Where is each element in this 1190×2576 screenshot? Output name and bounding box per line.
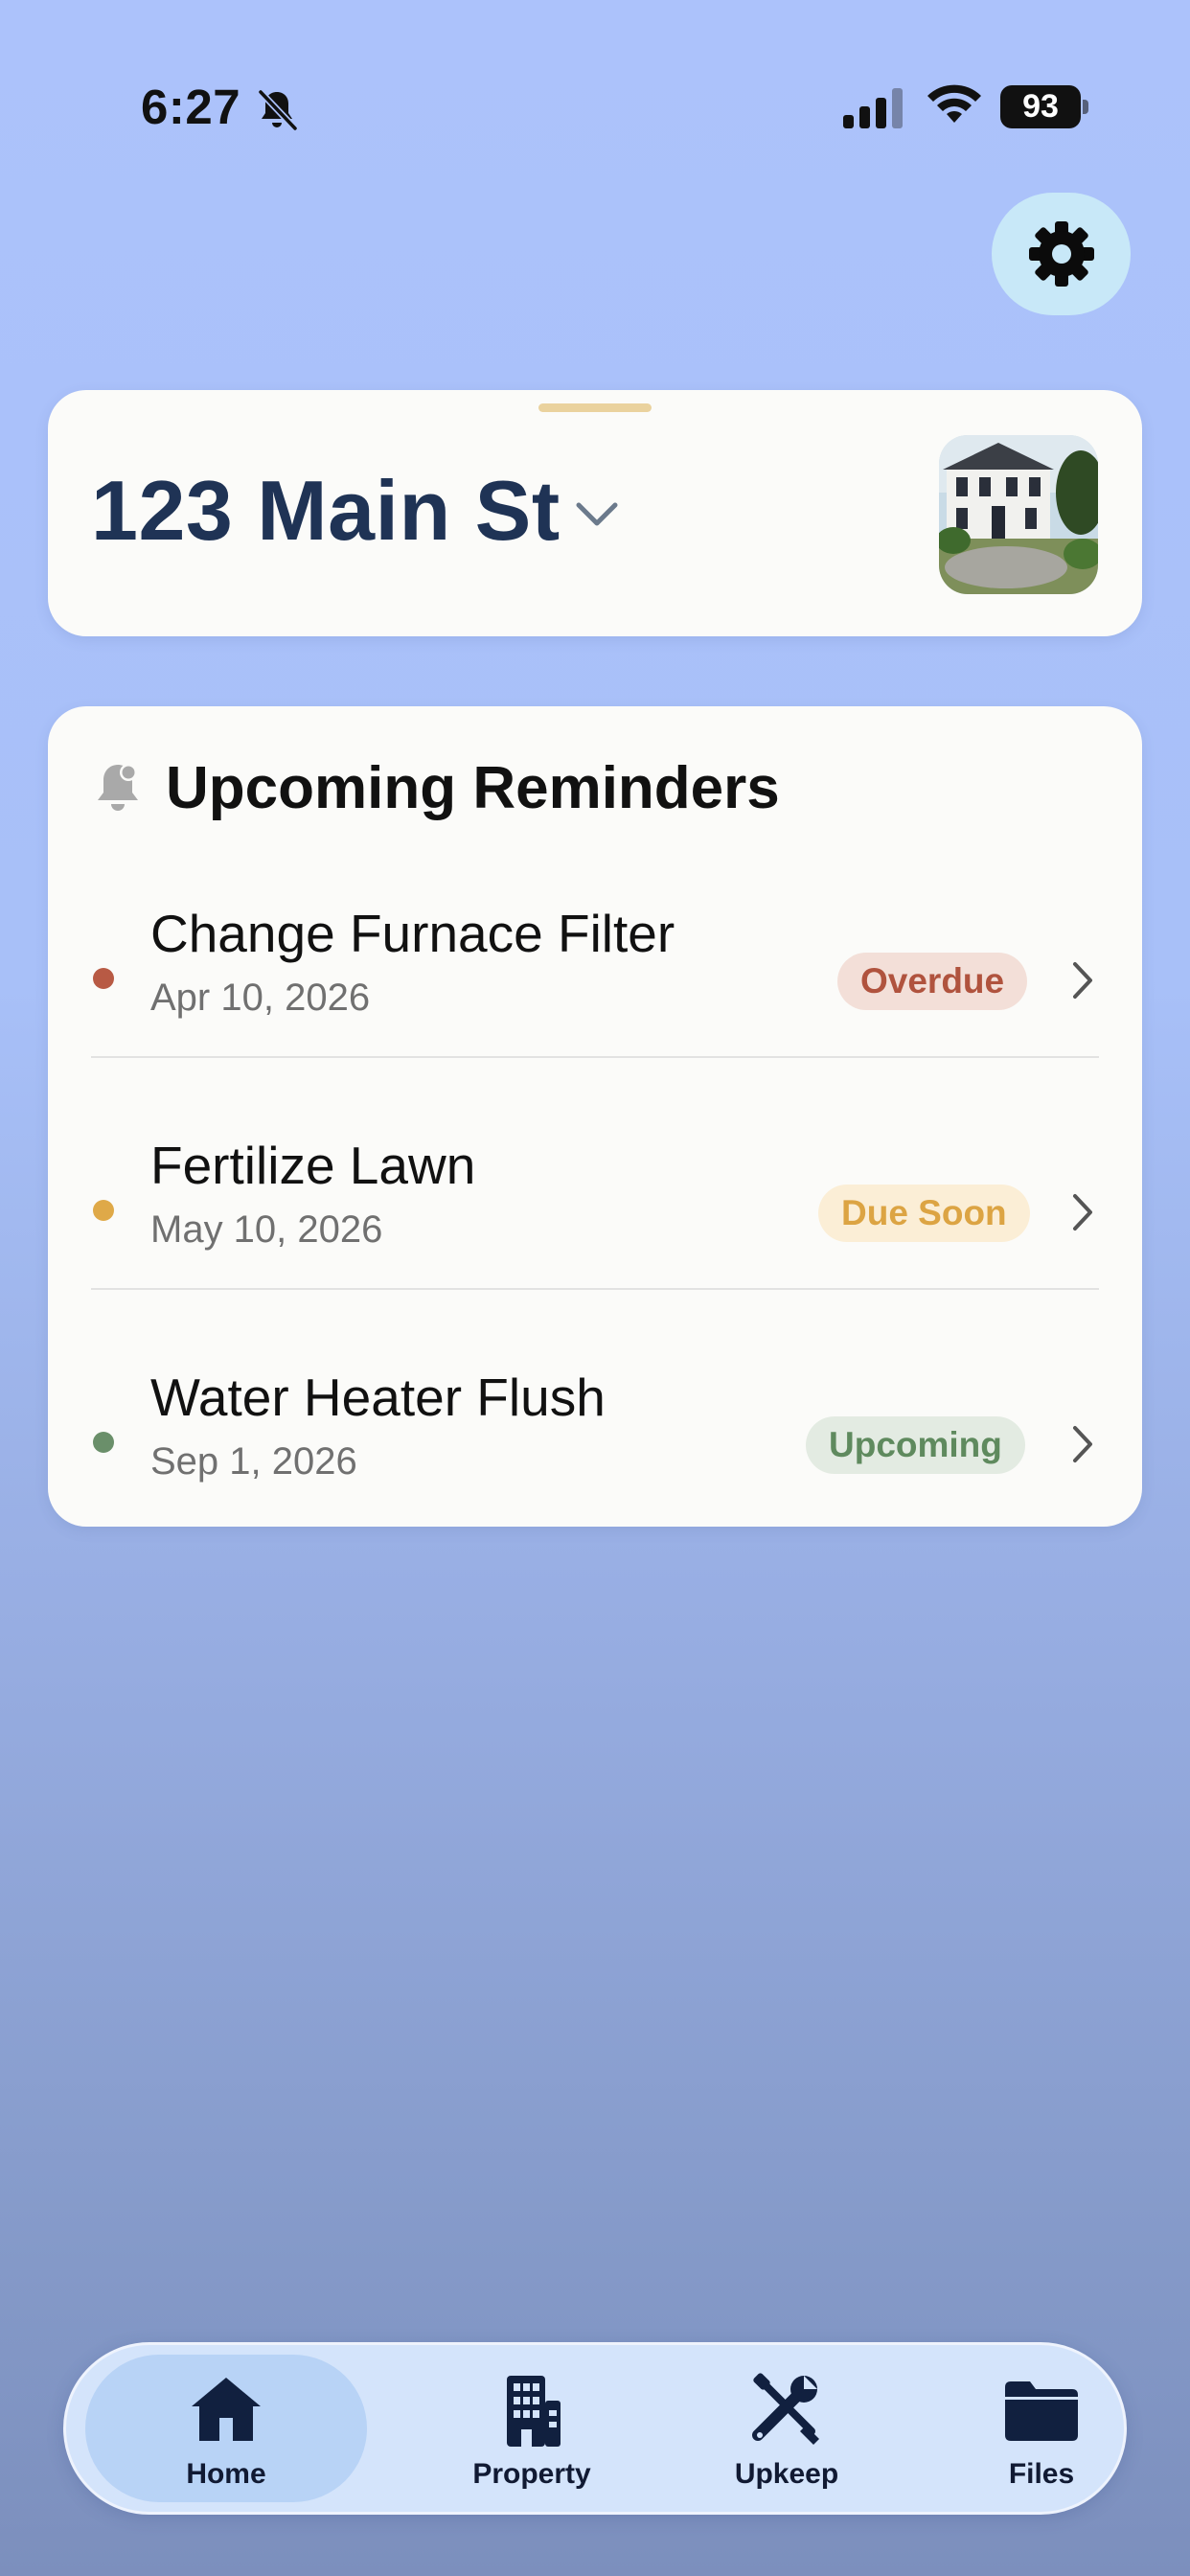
tab-label: Property	[472, 2458, 591, 2490]
folder-icon	[1005, 2381, 1078, 2441]
tab-label: Upkeep	[734, 2458, 839, 2490]
property-address[interactable]: 123 Main St	[91, 462, 561, 560]
reminder-item[interactable]: Change Furnace Filter Apr 10, 2026 Overd…	[48, 874, 1142, 1087]
bell-icon	[98, 764, 138, 811]
status-dot	[93, 968, 114, 989]
house-photo[interactable]	[939, 435, 1098, 594]
tools-icon	[752, 2373, 819, 2445]
tab-upkeep[interactable]: Upkeep	[657, 2345, 916, 2512]
battery-level: 93	[1022, 88, 1059, 125]
section-title: Upcoming Reminders	[166, 755, 780, 821]
chevron-right-icon	[1073, 1194, 1092, 1230]
reminder-date: May 10, 2026	[150, 1208, 383, 1251]
tab-files[interactable]: Files	[912, 2345, 1171, 2512]
tab-bar: Home Property Upkeep Files	[63, 2342, 1127, 2515]
status-dot	[93, 1200, 114, 1221]
signal-icon	[843, 88, 903, 128]
status-badge: Overdue	[837, 953, 1028, 1010]
property-selector-card[interactable]: 123 Main St	[48, 390, 1142, 636]
house-icon	[192, 2378, 261, 2441]
drag-handle[interactable]	[538, 403, 652, 412]
reminders-card: Upcoming Reminders Change Furnace Filter…	[48, 706, 1142, 1527]
status-bar: 6:27 93	[0, 0, 1190, 192]
reminder-title: Change Furnace Filter	[150, 904, 675, 963]
chevron-down-icon[interactable]	[573, 497, 621, 532]
status-badge: Upcoming	[806, 1416, 1025, 1474]
tab-label: Home	[186, 2458, 266, 2490]
tab-property[interactable]: Property	[402, 2345, 661, 2512]
battery-icon: 93	[1000, 85, 1088, 128]
wifi-icon	[927, 84, 981, 123]
status-badge: Due Soon	[818, 1184, 1030, 1242]
reminder-title: Water Heater Flush	[150, 1368, 606, 1427]
bell-slash-icon	[258, 89, 298, 131]
reminder-item[interactable]: Water Heater Flush Sep 1, 2026 Upcoming	[48, 1338, 1142, 1551]
reminder-date: Sep 1, 2026	[150, 1440, 357, 1483]
chevron-right-icon	[1073, 962, 1092, 999]
gear-icon	[1028, 221, 1094, 287]
settings-button[interactable]	[992, 193, 1131, 315]
chevron-right-icon	[1073, 1426, 1092, 1462]
status-dot	[93, 1432, 114, 1453]
reminder-item[interactable]: Fertilize Lawn May 10, 2026 Due Soon	[48, 1106, 1142, 1319]
divider	[91, 1056, 1099, 1058]
reminder-title: Fertilize Lawn	[150, 1136, 476, 1195]
reminder-date: Apr 10, 2026	[150, 977, 371, 1019]
tab-label: Files	[1008, 2458, 1075, 2490]
building-icon	[507, 2376, 561, 2447]
tab-home[interactable]: Home	[78, 2345, 375, 2512]
divider	[91, 1288, 1099, 1290]
status-time: 6:27	[141, 80, 241, 134]
